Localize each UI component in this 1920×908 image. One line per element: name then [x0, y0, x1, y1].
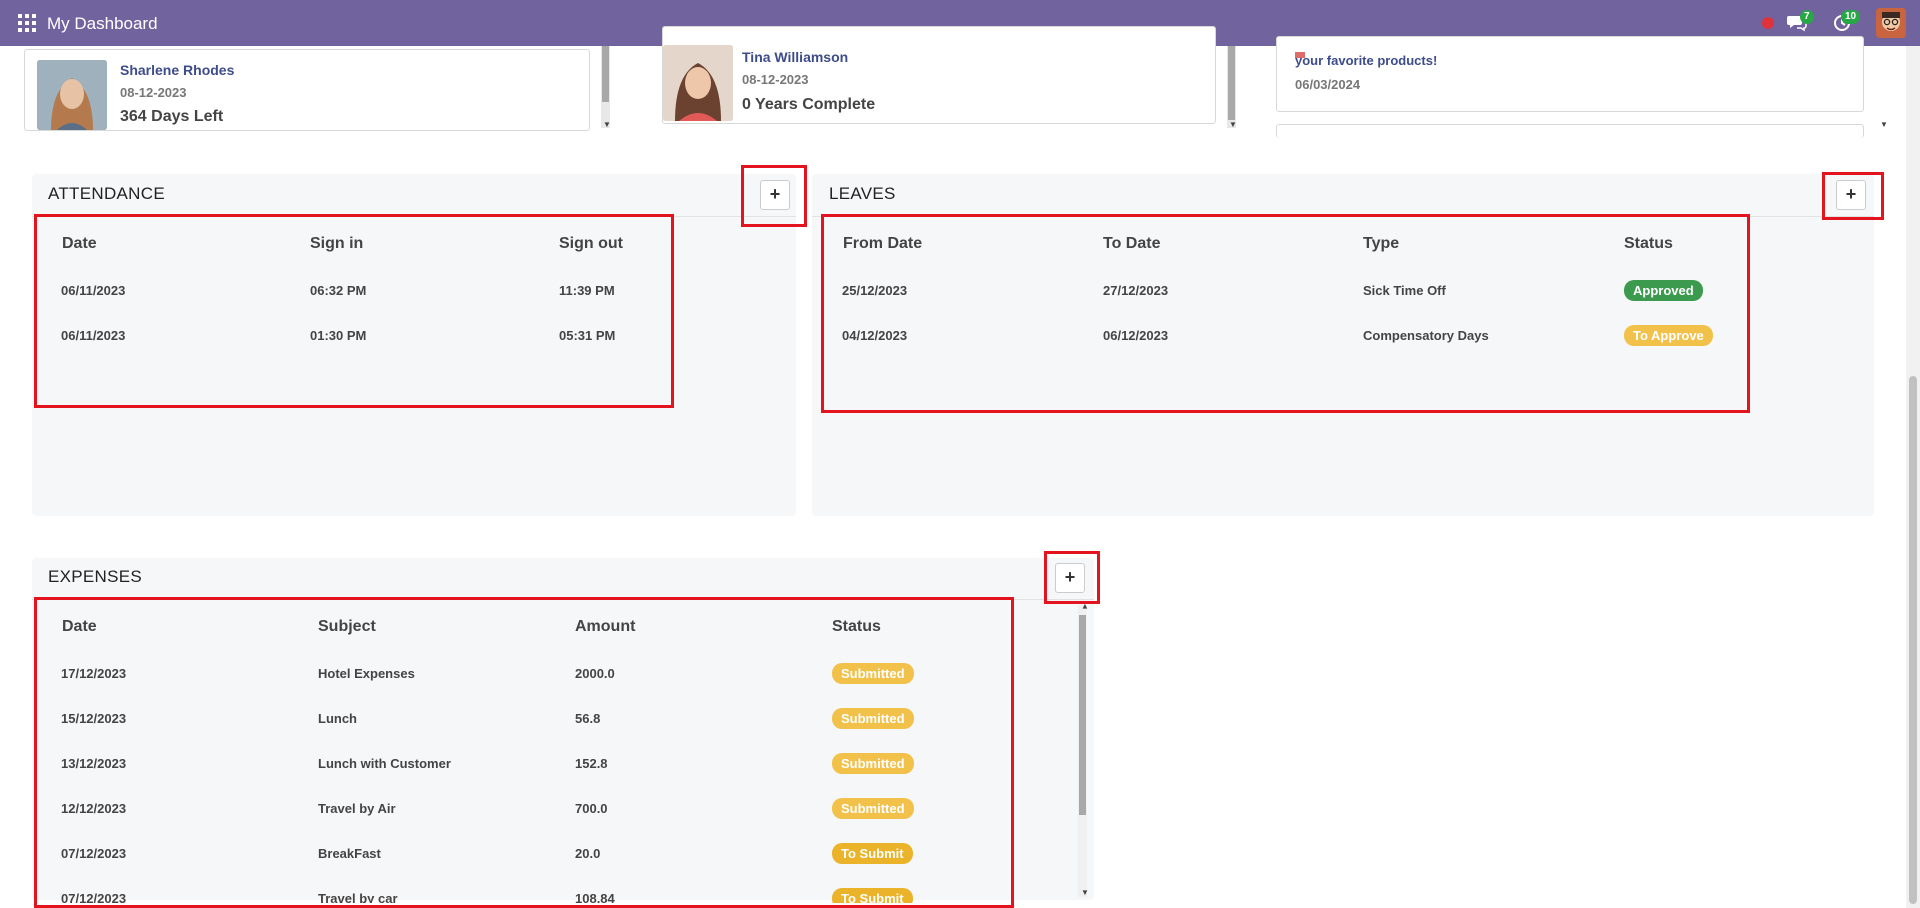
activity-count-badge: 10	[1841, 10, 1861, 24]
scroll-up-icon[interactable]: ▼	[1081, 602, 1089, 611]
cell-subject: BreakFast	[318, 846, 381, 861]
cell-from-date: 04/12/2023	[842, 328, 908, 343]
cell-from-date: 25/12/2023	[842, 283, 908, 298]
cell-date: 17/12/2023	[61, 666, 127, 681]
birthdays-column: Sharlene Rhodes 08-12-2023 364 Days Left…	[22, 46, 618, 134]
cell-type: Sick Time Off	[1363, 283, 1446, 298]
status-badge: Submitted	[832, 663, 914, 684]
column-header[interactable]: Subject	[318, 618, 376, 636]
cell-subject: Travel by Air	[318, 801, 396, 816]
years-complete: 0 Years Complete	[742, 96, 876, 113]
birthdays-scrollbar[interactable]	[601, 46, 610, 128]
cell-date: 13/12/2023	[61, 756, 127, 771]
chat-count-badge: 7	[1800, 10, 1814, 24]
birthday-date: 08-12-2023	[120, 85, 187, 100]
column-header[interactable]: Sign out	[559, 235, 623, 253]
cell-date: 06/11/2023	[61, 328, 126, 343]
cell-type: Compensatory Days	[1363, 328, 1489, 343]
days-left: 364 Days Left	[120, 108, 224, 125]
cell-amount: 700.0	[575, 801, 608, 816]
column-header[interactable]: Status	[832, 618, 881, 636]
status-badge: Approved	[1624, 280, 1703, 301]
anniversaries-scrollbar[interactable]	[1227, 46, 1236, 128]
cell-date: 15/12/2023	[61, 711, 127, 726]
employee-photo	[37, 60, 107, 130]
cell-date: 07/12/2023	[61, 846, 127, 861]
highlight-box	[821, 214, 1750, 413]
announcement-text: your favorite products!	[1295, 53, 1438, 68]
announcement-card-next[interactable]	[1276, 124, 1864, 138]
column-header[interactable]: Date	[62, 235, 97, 253]
scroll-down-icon[interactable]: ▼	[603, 120, 611, 129]
announcement-card[interactable]: your favorite products! 06/03/2024	[1276, 36, 1864, 112]
leaves-title: LEAVES	[829, 184, 896, 203]
announcement-date: 06/03/2024	[1295, 77, 1361, 92]
anniversaries-column: Tina Williamson 08-12-2023 0 Years Compl…	[640, 26, 1240, 134]
employee-name[interactable]: Tina Williamson	[742, 49, 848, 65]
expenses-scrollbar[interactable]	[1078, 605, 1087, 897]
apps-menu-icon[interactable]	[18, 14, 36, 32]
cell-sign-in: 01:30 PM	[310, 328, 367, 343]
highlight-box	[1044, 551, 1100, 604]
column-header[interactable]: To Date	[1103, 235, 1160, 253]
user-avatar[interactable]	[1876, 8, 1906, 38]
cell-amount: 2000.0	[575, 666, 615, 681]
column-header[interactable]: Amount	[575, 618, 635, 636]
anniversary-date: 08-12-2023	[742, 72, 809, 87]
cell-sign-out: 05:31 PM	[559, 328, 616, 343]
column-header[interactable]: Date	[62, 618, 97, 636]
status-badge: To Approve	[1624, 325, 1713, 346]
cell-to-date: 27/12/2023	[1103, 283, 1169, 298]
highlight-box	[741, 165, 807, 227]
recording-indicator-icon[interactable]	[1762, 17, 1774, 29]
cell-amount: 152.8	[575, 756, 608, 771]
column-header[interactable]: Status	[1624, 235, 1673, 253]
cell-subject: Lunch	[318, 711, 357, 726]
cell-to-date: 06/12/2023	[1103, 328, 1169, 343]
anniversary-card[interactable]: Tina Williamson 08-12-2023 0 Years Compl…	[662, 26, 1216, 124]
employee-photo	[663, 45, 733, 121]
cell-date: 12/12/2023	[61, 801, 127, 816]
cell-date: 06/11/2023	[61, 283, 126, 298]
employee-name[interactable]: Sharlene Rhodes	[120, 62, 234, 78]
column-header[interactable]: Type	[1363, 235, 1399, 253]
birthday-card[interactable]: Sharlene Rhodes 08-12-2023 364 Days Left	[24, 49, 590, 131]
status-badge: Submitted	[832, 798, 914, 819]
cell-amount: 56.8	[575, 711, 601, 726]
scroll-down-icon[interactable]: ▼	[1880, 120, 1888, 129]
status-badge: To Submit	[832, 843, 913, 864]
status-badge: Submitted	[832, 753, 914, 774]
announcements-column: your favorite products! 06/03/2024 ▼	[1266, 36, 1892, 138]
cell-sign-out: 11:39 PM	[559, 283, 615, 298]
highlight-box	[1822, 172, 1884, 220]
page-scrollbar[interactable]	[1906, 46, 1920, 908]
app-title[interactable]: My Dashboard	[47, 14, 158, 34]
column-header[interactable]: Sign in	[310, 235, 363, 253]
scroll-down-icon[interactable]: ▼	[1229, 120, 1237, 129]
scroll-down-icon[interactable]: ▼	[1081, 888, 1089, 897]
status-badge: Submitted	[832, 708, 914, 729]
cell-sign-in: 06:32 PM	[310, 283, 367, 298]
expenses-title: EXPENSES	[48, 567, 143, 586]
cell-amount: 20.0	[575, 846, 601, 861]
column-header[interactable]: From Date	[843, 235, 922, 253]
cell-subject: Lunch with Customer	[318, 756, 451, 771]
attendance-title: ATTENDANCE	[48, 184, 165, 203]
cell-subject: Hotel Expenses	[318, 666, 415, 681]
